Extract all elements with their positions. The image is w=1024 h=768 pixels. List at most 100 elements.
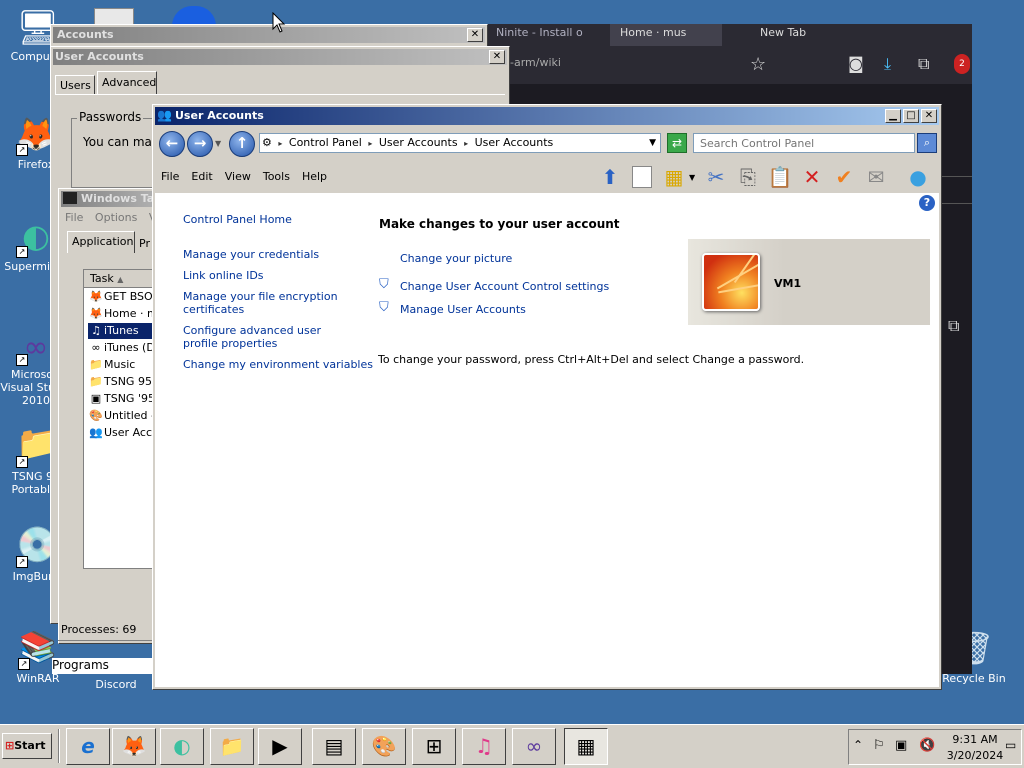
- menu-view[interactable]: View: [219, 167, 257, 187]
- task-app-icon: 📁: [89, 375, 103, 388]
- address-dropdown-icon[interactable]: ▼: [649, 134, 656, 152]
- link-change-picture[interactable]: Change your picture: [400, 252, 512, 265]
- taskbar-vs-button[interactable]: ∞: [512, 728, 556, 765]
- world-icon[interactable]: ●: [905, 164, 931, 190]
- paste-icon[interactable]: 📋: [767, 164, 793, 190]
- cut-icon[interactable]: ✂: [703, 164, 729, 190]
- browser-pip-icon[interactable]: ⧉: [948, 316, 959, 336]
- search-button[interactable]: ⌕: [917, 133, 937, 153]
- mail-icon[interactable]: ✉: [863, 164, 889, 190]
- desktop-icon-discord[interactable]: Discord: [80, 676, 152, 691]
- tab-applications[interactable]: Applications: [67, 231, 135, 253]
- network-icon[interactable]: ▣: [895, 738, 907, 753]
- link-control-panel-home[interactable]: Control Panel Home: [183, 213, 292, 226]
- task-row[interactable]: 📁TSNG 95: [88, 374, 152, 390]
- menu-file[interactable]: File: [155, 167, 185, 187]
- tab-users[interactable]: Users: [55, 75, 95, 95]
- taskbar-itunes-button[interactable]: ♫: [462, 728, 506, 765]
- link-online-ids[interactable]: Link online IDs: [183, 269, 264, 282]
- show-hidden-icons-icon[interactable]: ⌃: [853, 738, 863, 752]
- task-row[interactable]: ♫ iTunes: [88, 323, 152, 339]
- taskbar-explorer-button[interactable]: 📁: [210, 728, 254, 765]
- start-button[interactable]: ⊞Start: [2, 733, 52, 759]
- taskbar-taskmanager-button[interactable]: ▤: [312, 728, 356, 765]
- views-dropdown-icon[interactable]: ▼: [689, 173, 695, 182]
- task-column-header[interactable]: Task ▲: [84, 270, 154, 288]
- task-row[interactable]: 👥User Acco: [88, 425, 152, 441]
- breadcrumb-control-panel[interactable]: Control Panel: [289, 136, 362, 149]
- minimize-button[interactable]: ▁: [885, 109, 901, 123]
- properties-check-icon[interactable]: ✔: [831, 164, 857, 190]
- close-button[interactable]: ✕: [467, 28, 483, 42]
- search-box[interactable]: [693, 133, 915, 153]
- delete-icon[interactable]: ✕: [799, 164, 825, 190]
- task-row[interactable]: ▣ TSNG '95: [88, 391, 152, 407]
- back-button[interactable]: ←: [159, 131, 185, 157]
- clock-date[interactable]: 3/20/2024: [945, 749, 1005, 762]
- link-uac-settings[interactable]: Change User Account Control settings: [400, 280, 609, 293]
- help-icon[interactable]: ?: [919, 195, 935, 211]
- taskbar-firefox-button[interactable]: 🦊: [112, 728, 156, 765]
- task-row[interactable]: 🦊Home · m: [88, 306, 152, 322]
- close-button[interactable]: ✕: [489, 50, 505, 64]
- address-bar[interactable]: ⚙ ▸ Control Panel ▸ User Accounts ▸ User…: [259, 133, 661, 153]
- taskbar-itunes-icon: ♫: [475, 734, 493, 758]
- up-button[interactable]: ↑: [229, 131, 255, 157]
- breadcrumb-current[interactable]: User Accounts: [475, 136, 554, 149]
- task-row[interactable]: 🎨Untitled -: [88, 408, 152, 424]
- up-folder-icon[interactable]: ⬆: [597, 164, 623, 190]
- maximize-button[interactable]: □: [903, 109, 919, 123]
- browser-tab-active[interactable]: Home · mus: [610, 24, 722, 46]
- window-titlebar[interactable]: 👥 User Accounts ▁ □ ✕: [155, 107, 939, 125]
- link-environment-variables[interactable]: Change my environment variables: [183, 358, 373, 371]
- folders-pane-icon[interactable]: [629, 164, 655, 190]
- task-row[interactable]: 🦊GET BSOD: [88, 289, 152, 305]
- tab-advanced[interactable]: Advanced: [97, 71, 157, 95]
- clock-time[interactable]: 9:31 AM: [949, 733, 1001, 746]
- menu-options[interactable]: Options: [95, 211, 137, 224]
- taskbar-paint-button[interactable]: 🎨: [362, 728, 406, 765]
- bookmark-star-icon[interactable]: ☆: [750, 54, 766, 75]
- download-icon[interactable]: ⤓: [884, 54, 891, 74]
- page-heading: Make changes to your user account: [379, 217, 620, 231]
- taskbar-media-icon: ▶: [272, 734, 288, 758]
- menu-edit[interactable]: Edit: [185, 167, 218, 187]
- show-desktop-icon[interactable]: ▭: [1005, 738, 1016, 752]
- history-dropdown-icon[interactable]: ▼: [215, 139, 221, 148]
- task-row[interactable]: 📁Music: [88, 357, 152, 373]
- menu-file[interactable]: File: [65, 211, 83, 224]
- browser-tab[interactable]: Ninite - Install o: [496, 26, 596, 44]
- taskbar-supermium-button[interactable]: ◐: [160, 728, 204, 765]
- taskbar-vs-icon: ∞: [525, 734, 543, 758]
- forward-button[interactable]: →: [187, 131, 213, 157]
- link-advanced-profile[interactable]: Configure advanced user profile properti…: [183, 324, 353, 350]
- link-file-encryption[interactable]: Manage your file encryption certificates: [183, 290, 343, 316]
- browser-address-bar[interactable]: -arm/wiki: [510, 56, 590, 74]
- breadcrumb-user-accounts[interactable]: User Accounts: [379, 136, 458, 149]
- taskbar-ie-button[interactable]: e: [66, 728, 110, 765]
- volume-muted-icon[interactable]: 🔇: [919, 738, 935, 753]
- link-manage-credentials[interactable]: Manage your credentials: [183, 248, 319, 261]
- pocket-icon[interactable]: ◙: [848, 54, 864, 73]
- user-accounts-dialog[interactable]: User Accounts ✕ Users Advanced: [50, 46, 510, 106]
- user-accounts-window[interactable]: 👥 User Accounts ▁ □ ✕ ← → ▼ ↑ ⚙ ▸ Contro…: [152, 104, 942, 690]
- browser-tab[interactable]: New Tab: [742, 26, 832, 44]
- menu-tools[interactable]: Tools: [257, 167, 296, 187]
- views-icon[interactable]: ▦: [661, 164, 687, 190]
- close-button[interactable]: ✕: [921, 109, 937, 123]
- link-manage-user-accounts[interactable]: Manage User Accounts: [400, 303, 526, 316]
- taskbar-windows-button[interactable]: ⊞: [412, 728, 456, 765]
- taskbar-controlpanel-button[interactable]: ▦: [564, 728, 608, 765]
- taskbar-media-button[interactable]: ▶: [258, 728, 302, 765]
- refresh-button[interactable]: ⇄: [667, 133, 687, 153]
- blue-app-desktop-icon[interactable]: [172, 6, 216, 26]
- copy-icon[interactable]: ⎘: [735, 164, 761, 190]
- menu-help[interactable]: Help: [296, 167, 333, 187]
- user-picture[interactable]: [702, 253, 760, 311]
- extensions-icon[interactable]: ⧉: [918, 54, 929, 74]
- task-row[interactable]: ∞ iTunes (D: [88, 340, 152, 356]
- addon-badge-icon[interactable]: 2: [954, 54, 970, 74]
- action-center-flag-icon[interactable]: ⚐: [873, 738, 885, 753]
- search-input[interactable]: [694, 134, 904, 152]
- programs-label: Programs: [52, 658, 152, 674]
